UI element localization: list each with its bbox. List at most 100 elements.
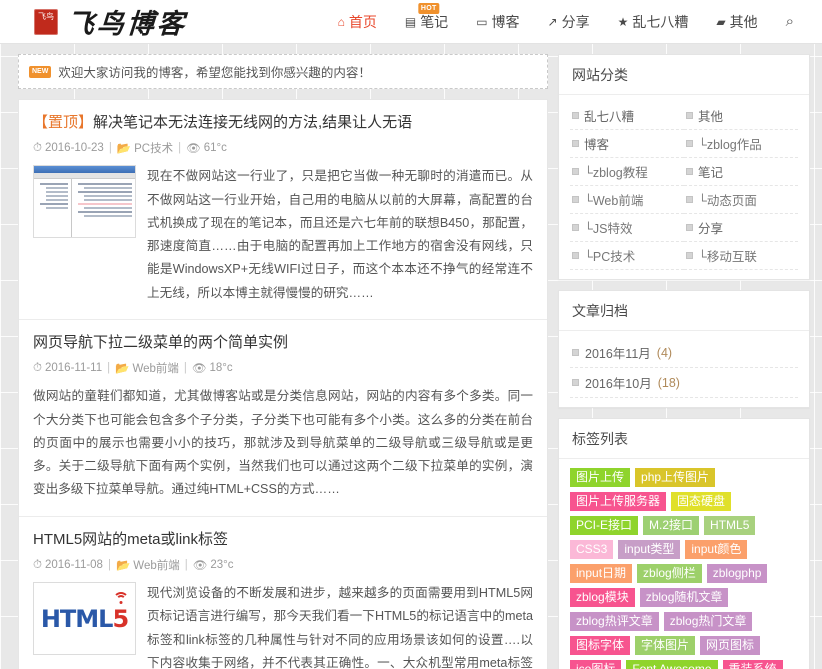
sidebar-category-label: └PC技术 xyxy=(584,250,636,264)
bullet-icon xyxy=(686,140,693,147)
sidebar-category-item[interactable]: └Web前端 xyxy=(570,186,684,214)
tag-item[interactable]: zblog侧栏 xyxy=(637,564,702,583)
article-meta: ⏱ 2016-10-23 | 📂 PC技术 | 👁 61°c xyxy=(33,140,533,156)
tag-item[interactable]: PCI-E接口 xyxy=(570,516,639,535)
sidebar-category-item[interactable]: └动态页面 xyxy=(684,186,798,214)
sidebar-category-item[interactable]: └zblog教程 xyxy=(570,158,684,186)
bullet-icon xyxy=(572,140,579,147)
panel-tags: 标签列表 图片上传 php上传图片 图片上传服务器 固态硬盘 PCI-E接口 M.2接口 H… xyxy=(558,418,810,669)
sidebar-category-item[interactable]: 博客 xyxy=(570,130,684,158)
article-meta: ⏱ 2016-11-08 | 📂 Web前端 | 👁 23°c xyxy=(33,557,533,573)
bullet-icon xyxy=(572,252,579,259)
article-excerpt: 做网站的童鞋们都知道，尤其做博客站或是分类信息网站，网站的内容有多个多类。同一个… xyxy=(33,389,533,497)
folder-icon: 📂 xyxy=(116,143,132,156)
tag-item[interactable]: 图标字体 xyxy=(570,636,631,655)
tag-item[interactable]: 图片上传 xyxy=(570,468,631,487)
tag-item[interactable]: Font Awesome xyxy=(626,660,718,669)
sidebar-category-item[interactable]: └JS特效 xyxy=(570,214,684,242)
article-category[interactable]: 📂 Web前端 xyxy=(115,360,179,376)
tag-item[interactable]: 图片上传服务器 xyxy=(570,492,667,511)
tag-item[interactable]: zblog模块 xyxy=(570,588,635,607)
nav-item-label: 乱七八糟 xyxy=(632,13,689,30)
article-category-text: Web前端 xyxy=(133,560,180,573)
tag-item[interactable]: 固态硬盘 xyxy=(671,492,732,511)
archive-label: 2016年10月 xyxy=(585,377,652,391)
tag-item[interactable]: input日期 xyxy=(570,564,633,583)
tag-item[interactable]: M.2接口 xyxy=(643,516,700,535)
sidebar-category-label: 博客 xyxy=(584,138,610,152)
html5-logo-image: HTML5 xyxy=(34,583,135,655)
archive-label: 2016年11月 xyxy=(585,347,651,361)
nav-item-6[interactable]: ▰ 其他 xyxy=(702,12,771,32)
nav-item-2[interactable]: HOT ▤ 笔记 xyxy=(391,2,462,32)
sidebar-category-label: └zblog教程 xyxy=(584,166,648,180)
tag-item[interactable]: CSS3 xyxy=(570,540,614,559)
bullet-icon xyxy=(572,349,579,356)
nav-item-5[interactable]: ★ 乱七八糟 xyxy=(604,12,703,32)
sidebar-category-item[interactable]: 其他 xyxy=(684,102,798,130)
article-title[interactable]: 网页导航下拉二级菜单的两个简单实例 xyxy=(33,333,533,353)
site-brand[interactable]: 飞鸟 飞鸟博客 xyxy=(34,2,188,41)
eye-icon: 👁 xyxy=(186,143,201,156)
tag-item[interactable]: zblog热评文章 xyxy=(570,612,659,631)
sidebar-category-item[interactable]: └PC技术 xyxy=(570,242,684,270)
article-thumbnail-html5[interactable]: HTML5 xyxy=(33,582,136,656)
article-views-text: 61°c xyxy=(203,142,227,155)
page-root: 飞鸟 飞鸟博客 ⌂ 首页 HOT ▤ 笔记 ▭ 博客 ↗ 分享 ★ 乱七八糟 ▰ 其他 ⌕ NEW 欢迎大… xyxy=(0,0,822,669)
archive-count: (4) xyxy=(656,345,673,360)
archive-item[interactable]: 2016年11月 (4) xyxy=(570,338,798,368)
clock-icon: ⏱ xyxy=(33,361,42,374)
search-icon[interactable]: ⌕ xyxy=(772,13,800,30)
nav-item-1[interactable]: ⌂ 首页 xyxy=(324,12,391,32)
tag-item[interactable]: HTML5 xyxy=(704,516,756,535)
article-title[interactable]: HTML5网站的meta或link标签 xyxy=(33,530,533,550)
article-title[interactable]: 【置顶】解决笔记本无法连接无线网的方法,结果让人无语 xyxy=(33,113,533,133)
sidebar-category-label: 其他 xyxy=(698,110,724,124)
main-navigation: ⌂ 首页 HOT ▤ 笔记 ▭ 博客 ↗ 分享 ★ 乱七八糟 ▰ 其他 ⌕ xyxy=(324,2,800,32)
sidebar-category-item[interactable]: └移动互联 xyxy=(684,242,798,270)
notice-text: 欢迎大家访问我的博客，希望您能找到你感兴趣的内容！ xyxy=(58,66,371,80)
home-icon: ⌂ xyxy=(337,14,345,29)
meta-separator: | xyxy=(108,142,112,155)
nav-item-3[interactable]: ▭ 博客 xyxy=(462,12,533,32)
tag-item[interactable]: zblog随机文章 xyxy=(639,588,729,607)
nav-item-label: 其他 xyxy=(729,13,758,30)
article-category[interactable]: 📂 Web前端 xyxy=(116,557,180,573)
bullet-icon xyxy=(572,224,579,231)
sidebar-category-item[interactable]: 笔记 xyxy=(684,158,798,186)
tag-item[interactable]: zblogphp xyxy=(706,564,768,583)
article-thumbnail-regedit[interactable] xyxy=(33,165,136,239)
nav-item-label: 博客 xyxy=(491,13,520,30)
article-item: 【置顶】解决笔记本无法连接无线网的方法,结果让人无语 ⏱ 2016-10-23 | 📂 P… xyxy=(19,100,547,321)
tag-item[interactable]: 网页图标 xyxy=(700,636,761,655)
tag-item[interactable]: ico图标 xyxy=(570,660,622,669)
tag-item[interactable]: input类型 xyxy=(618,540,681,559)
clock-icon: ⏱ xyxy=(33,558,42,571)
nav-item-label: 首页 xyxy=(348,13,377,30)
tag-item[interactable]: 重装系统 xyxy=(722,660,783,669)
tag-item[interactable]: php上传图片 xyxy=(635,468,716,487)
archive-item[interactable]: 2016年10月 (18) xyxy=(570,368,798,398)
sidebar: 网站分类 乱七八糟 其他 博客 └zblog作品 └zblog教程 笔记 └Web前端 └动态… xyxy=(558,54,810,669)
folder-icon: 📂 xyxy=(115,363,130,376)
tag-item[interactable]: zblog热门文章 xyxy=(663,612,753,631)
tag-item[interactable]: input颜色 xyxy=(685,540,748,559)
bullet-icon xyxy=(572,379,579,386)
sidebar-category-item[interactable]: └zblog作品 xyxy=(684,130,798,158)
tag-item[interactable]: 字体图片 xyxy=(635,636,696,655)
article-date: ⏱ 2016-11-11 xyxy=(33,362,102,375)
meta-separator: | xyxy=(107,559,111,572)
article-body: 做网站的童鞋们都知道，尤其做博客站或是分类信息网站，网站的内容有多个多类。同一个… xyxy=(33,385,533,501)
nav-item-label: 分享 xyxy=(561,13,590,30)
archive-title: 文章归档 xyxy=(559,291,809,331)
sidebar-category-label: └zblog作品 xyxy=(698,138,762,152)
site-title: 飞鸟博客 xyxy=(65,9,188,40)
article-date: ⏱ 2016-11-08 xyxy=(33,559,103,572)
article-item: 网页导航下拉二级菜单的两个简单实例 ⏱ 2016-11-11 | 📂 Web前端 | 👁 18°… xyxy=(19,320,547,517)
nav-item-4[interactable]: ↗ 分享 xyxy=(534,12,604,32)
article-views: 👁 18°c xyxy=(192,361,233,375)
sidebar-category-item[interactable]: 分享 xyxy=(684,214,798,242)
article-category[interactable]: 📂 PC技术 xyxy=(117,140,173,156)
new-badge: NEW xyxy=(29,65,52,78)
sidebar-category-item[interactable]: 乱七八糟 xyxy=(570,102,684,130)
